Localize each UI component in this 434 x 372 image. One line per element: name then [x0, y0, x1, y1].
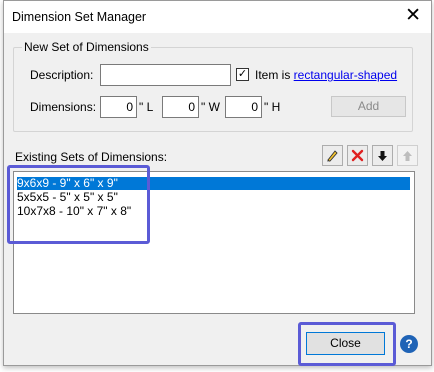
pencil-icon	[327, 150, 338, 162]
dimensions-label: Dimensions:	[30, 100, 97, 114]
delete-button[interactable]	[347, 145, 368, 166]
width-input[interactable]: 0	[162, 96, 199, 118]
close-highlight-box	[298, 322, 396, 366]
item-is-text: Item is rectangular-shaped	[255, 68, 397, 82]
help-icon[interactable]: ?	[400, 335, 418, 353]
length-input[interactable]: 0	[100, 96, 137, 118]
move-up-button[interactable]	[397, 145, 418, 166]
list-highlight-box	[7, 165, 150, 244]
height-unit: " H	[264, 100, 281, 114]
rectangular-checkbox[interactable]: ✓	[236, 68, 249, 81]
height-input[interactable]: 0	[225, 96, 262, 118]
arrow-up-icon	[403, 151, 412, 161]
width-unit: " W	[201, 100, 220, 114]
add-button[interactable]: Add	[331, 96, 406, 117]
arrow-down-icon	[378, 151, 387, 161]
length-unit: " L	[139, 100, 154, 114]
new-set-group: New Set of Dimensions	[13, 40, 413, 132]
description-input[interactable]	[100, 64, 231, 86]
item-is-label: Item is	[255, 68, 294, 82]
red-x-icon	[351, 149, 364, 162]
rectangular-shaped-link[interactable]: rectangular-shaped	[294, 68, 397, 82]
description-label: Description:	[30, 68, 94, 82]
title-bar: Dimension Set Manager ✕	[4, 1, 431, 33]
existing-sets-label: Existing Sets of Dimensions:	[15, 150, 168, 164]
dialog-title: Dimension Set Manager	[12, 10, 147, 24]
new-set-legend: New Set of Dimensions	[22, 40, 151, 54]
close-icon[interactable]: ✕	[405, 6, 421, 26]
edit-button[interactable]	[322, 145, 343, 166]
move-down-button[interactable]	[372, 145, 393, 166]
